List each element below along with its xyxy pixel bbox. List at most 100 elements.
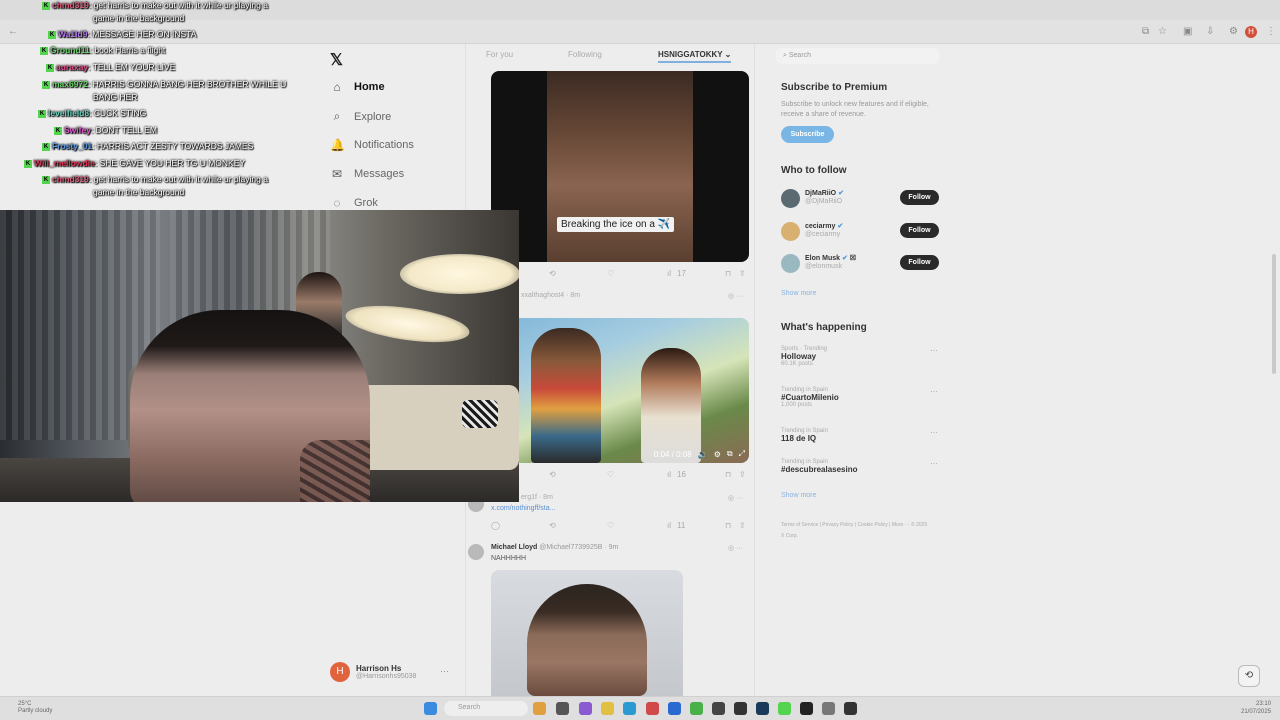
tweet-author[interactable]: Michael Lloyd xyxy=(491,544,537,551)
tab-for-you[interactable]: For you xyxy=(486,50,513,59)
settings-icon[interactable] xyxy=(822,702,835,715)
chat-message: game in the background xyxy=(93,13,185,23)
grok-icon[interactable]: ◎ ··· xyxy=(728,494,743,502)
reply-icon[interactable]: ◯ xyxy=(491,521,500,530)
tweet-link[interactable]: x.com/nothingff/sta... xyxy=(491,505,555,512)
settings-icon[interactable]: ⚙ xyxy=(714,450,721,459)
subscribe-button[interactable]: Subscribe xyxy=(781,126,834,143)
app-icon[interactable] xyxy=(712,702,725,715)
page-scrollbar[interactable] xyxy=(1272,254,1276,374)
video-frame xyxy=(547,71,693,262)
tweet-video[interactable]: Breaking the ice on a ✈️ xyxy=(491,71,749,262)
widgets-icon[interactable] xyxy=(533,702,546,715)
file-explorer-icon[interactable] xyxy=(601,702,614,715)
views-icon[interactable]: ıl xyxy=(667,269,671,278)
like-icon[interactable]: ♡ xyxy=(607,470,614,479)
browser-profile-avatar[interactable]: H xyxy=(1245,26,1257,38)
browser-menu-icon[interactable]: ⋮ xyxy=(1266,26,1276,38)
volume-icon[interactable]: 🔉 xyxy=(698,450,708,459)
view-count: 16 xyxy=(677,470,686,479)
follow-button[interactable]: Follow xyxy=(900,223,939,238)
bookmark-icon[interactable]: ⊓ xyxy=(725,521,731,530)
nav-item-explore[interactable]: ⌕ Explore xyxy=(330,109,392,124)
bookmark-star-icon[interactable]: ☆ xyxy=(1158,26,1167,38)
trend-item[interactable]: Trending in Spain 118 de IQ ··· xyxy=(781,428,941,443)
taskbar-search[interactable]: Search xyxy=(444,701,528,716)
retweet-icon[interactable]: ⟲ xyxy=(549,269,556,278)
windows-start-icon[interactable] xyxy=(424,702,437,715)
copilot-icon[interactable] xyxy=(579,702,592,715)
bookmark-icon[interactable]: ⊓ xyxy=(725,470,731,479)
tab-list[interactable]: HSNIGGATOKKY ⌄ xyxy=(658,50,732,63)
avatar[interactable] xyxy=(468,544,484,560)
kick-icon[interactable] xyxy=(778,702,791,715)
views-icon[interactable]: ıl xyxy=(667,470,671,479)
tweet-video[interactable] xyxy=(491,570,683,696)
more-icon[interactable]: ··· xyxy=(930,346,938,355)
share-icon[interactable]: ⇪ xyxy=(739,521,746,530)
more-icon[interactable]: ··· xyxy=(930,387,938,396)
grok-icon[interactable]: ◎ ··· xyxy=(728,544,743,552)
chat-message: K Ground11: book Harris a flight xyxy=(40,45,166,55)
weather-temp: 25°C xyxy=(18,701,32,707)
extensions-icon[interactable]: ⧉ xyxy=(1142,26,1149,38)
calculator-icon[interactable] xyxy=(734,702,747,715)
follow-suggestion[interactable]: Elon Musk ✔ ☒ @elonmusk Follow xyxy=(781,253,941,275)
grok-floating-button[interactable]: ⟲ xyxy=(1238,665,1260,687)
like-icon[interactable]: ♡ xyxy=(607,269,614,278)
nav-item-label: Explore xyxy=(354,110,392,123)
edge-icon[interactable] xyxy=(623,702,636,715)
nav-item-notifications[interactable]: 🔔 Notifications xyxy=(330,138,414,152)
share-icon[interactable]: ⇪ xyxy=(739,269,746,278)
weather-widget[interactable]: 25°C Partly cloudy xyxy=(18,701,52,715)
nav-item-messages[interactable]: ✉ Messages xyxy=(330,167,404,181)
trend-item[interactable]: Sports · Trending Holloway 60.1K posts ·… xyxy=(781,346,941,367)
show-more-link[interactable]: Show more xyxy=(781,492,816,499)
show-more-link[interactable]: Show more xyxy=(781,290,816,297)
obs-icon[interactable] xyxy=(800,702,813,715)
views-icon[interactable]: ıl xyxy=(667,521,671,530)
account-switcher[interactable]: H Harrison Hs @Harrisonhs95038 ··· xyxy=(330,662,449,682)
nav-item-home[interactable]: ⌂ Home xyxy=(330,80,384,94)
trend-item[interactable]: Trending in Spain #descubrealasesino ··· xyxy=(781,459,941,474)
share-icon[interactable]: ⇪ xyxy=(739,470,746,479)
suggestion-name: ceciarmy ✔ xyxy=(805,223,844,230)
search-input[interactable]: ⌕ Search xyxy=(775,48,940,64)
task-view-icon[interactable] xyxy=(556,702,569,715)
fullscreen-icon[interactable]: ⤢ xyxy=(739,449,745,459)
steam-icon[interactable] xyxy=(756,702,769,715)
like-icon[interactable]: ♡ xyxy=(607,521,614,530)
retweet-icon[interactable]: ⟲ xyxy=(549,470,556,479)
settings-icon[interactable]: ⚙ xyxy=(1229,26,1238,38)
follow-suggestion[interactable]: ceciarmy ✔ @ceciarmy Follow xyxy=(781,221,941,243)
view-count: 11 xyxy=(677,521,686,530)
footer-links[interactable]: Terms of Service | Privacy Policy | Cook… xyxy=(781,520,931,542)
system-clock[interactable]: 23:10 21/07/2025 xyxy=(1241,700,1271,716)
trend-item[interactable]: Trending in Spain #CuartoMilenio 1,000 p… xyxy=(781,387,941,408)
stream-chat-overlay: Kchmd319: get harris to make out with it… xyxy=(0,0,300,205)
outlook-icon[interactable] xyxy=(668,702,681,715)
downloads-icon[interactable]: ⇩ xyxy=(1206,26,1214,38)
more-icon[interactable]: ··· xyxy=(930,428,938,437)
pip-icon[interactable]: ⧉ xyxy=(727,449,733,459)
app-icon[interactable] xyxy=(844,702,857,715)
trend-name: #descubrealasesino xyxy=(781,465,858,474)
retweet-icon[interactable]: ⟲ xyxy=(549,521,556,530)
follow-suggestion[interactable]: DjMaRiiO ✔ @DjMaRiiO Follow xyxy=(781,188,941,210)
more-icon[interactable]: ··· xyxy=(930,459,938,468)
mail-icon: ✉ xyxy=(331,167,343,181)
follow-button[interactable]: Follow xyxy=(900,255,939,270)
tweet-video[interactable]: 0:04 / 0:08 🔉 ⚙ ⧉ ⤢ xyxy=(491,318,749,463)
follow-button[interactable]: Follow xyxy=(900,190,939,205)
chrome-icon[interactable] xyxy=(690,702,703,715)
more-icon[interactable]: ··· xyxy=(440,666,449,676)
feed-tabs: For you Following HSNIGGATOKKY ⌄ xyxy=(466,50,756,64)
x-logo-icon[interactable]: 𝕏 xyxy=(330,50,343,70)
grok-icon[interactable]: ◎ ··· xyxy=(728,292,743,300)
tab-search-icon[interactable]: ▣ xyxy=(1183,26,1192,38)
app-icon[interactable] xyxy=(646,702,659,715)
video-controls[interactable]: 0:04 / 0:08 🔉 ⚙ ⧉ ⤢ xyxy=(654,449,745,459)
nav-item-grok[interactable]: ◌ Grok xyxy=(330,196,377,210)
tab-following[interactable]: Following xyxy=(568,50,602,59)
bookmark-icon[interactable]: ⊓ xyxy=(725,269,731,278)
